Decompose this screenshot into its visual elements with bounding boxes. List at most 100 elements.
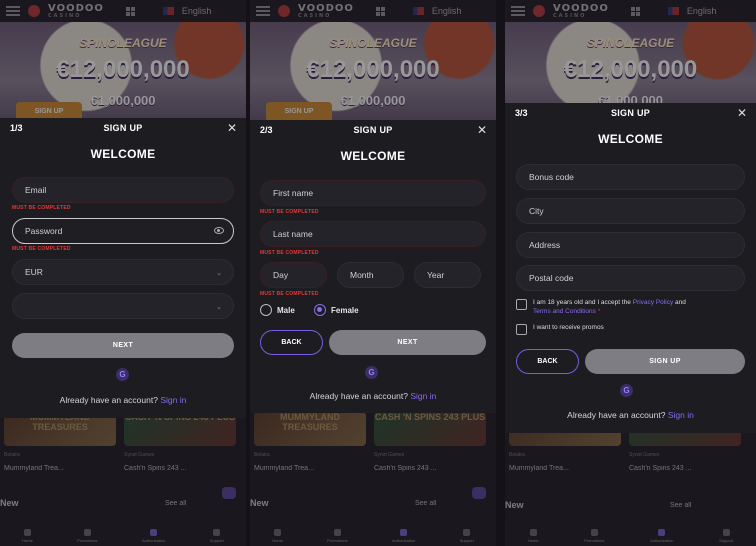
see-all-link[interactable]: See all [670,502,691,509]
back-button[interactable]: BACK [260,330,323,355]
support-icon [722,529,730,536]
google-icon[interactable]: G [620,384,633,397]
promo-banner[interactable]: SPINOLEAGUE €12,000,000 €1,000,000 SIGN … [0,22,246,130]
chat-icon[interactable] [222,487,236,499]
nav-authorization[interactable]: Authorization [650,529,673,543]
game-name[interactable]: Cash'n Spins 243 ... [374,465,436,472]
first-name-field[interactable]: First name [260,180,486,206]
email-field[interactable]: Email [12,177,234,203]
terms-link[interactable]: Terms and Conditions [533,308,596,315]
promos-label: I want to receive promos [533,324,604,331]
password-field[interactable]: Password [12,218,234,244]
game-provider: Belatra [4,452,20,458]
address-field[interactable]: Address [516,232,745,258]
game-name[interactable]: Mummyland Trea... [254,465,314,472]
day-select[interactable]: Day [260,262,327,288]
bottom-nav: Home Promotions Authorization Support [250,524,496,546]
sign-in-link[interactable]: Sign in [160,395,186,405]
flag-icon [162,7,174,15]
back-button[interactable]: BACK [516,349,579,374]
checkbox-icon [516,324,527,335]
privacy-policy-link[interactable]: Privacy Policy [633,299,673,306]
logo[interactable]: VOODOO CASINO [48,3,104,19]
nav-authorization[interactable]: Authorization [142,529,165,543]
section-new-heading: New [250,498,269,508]
support-icon [213,529,221,536]
close-icon[interactable]: ✕ [737,106,747,120]
banner-amount: €12,000,000 [306,56,440,83]
see-all-link[interactable]: See all [165,500,186,507]
first-name-error: MUST BE COMPLETED [260,209,319,215]
last-name-field[interactable]: Last name [260,221,486,247]
language-selector[interactable]: English [432,6,462,16]
nav-promotions[interactable]: Promotions [77,529,98,543]
gender-male-radio[interactable]: Male [260,304,295,316]
gender-female-radio[interactable]: Female [314,304,359,316]
nav-support[interactable]: Support [719,529,733,543]
currency-select[interactable]: EUR ⌄ [12,259,234,285]
promos-checkbox[interactable]: I want to receive promos [516,323,734,335]
month-select[interactable]: Month [337,262,404,288]
signup-panel-step-2: VOODOO CASINO English SPINOLEAGUE €12,000… [250,0,496,546]
flag-icon [412,7,424,15]
logo[interactable]: VOODOO CASINO [298,3,354,19]
sign-in-link[interactable]: Sign in [668,410,694,420]
see-all-link[interactable]: See all [415,500,436,507]
grid-icon[interactable] [375,6,385,16]
postal-code-field[interactable]: Postal code [516,265,745,291]
modal-header: 2/3 SIGN UP ✕ [250,120,496,140]
country-select[interactable]: ⌄ [12,293,234,319]
close-icon[interactable]: ✕ [227,121,237,135]
birthdate-error: MUST BE COMPLETED [260,291,319,297]
sign-in-link[interactable]: Sign in [410,391,436,401]
year-select[interactable]: Year [414,262,481,288]
already-account-text: Already have an account? Sign in [309,391,437,401]
bonus-code-field[interactable]: Bonus code [516,164,745,190]
eye-icon[interactable] [214,227,224,234]
next-button[interactable]: NEXT [329,330,486,355]
nav-authorization[interactable]: Authorization [392,529,415,543]
chat-icon[interactable] [472,487,486,499]
banner-amount: €12,000,000 [56,56,190,83]
game-name[interactable]: Mummyland Trea... [509,465,569,472]
menu-icon[interactable] [6,6,20,16]
welcome-heading: WELCOME [90,147,156,161]
nav-promotions[interactable]: Promotions [584,529,604,543]
nav-support[interactable]: Support [460,529,474,543]
close-icon[interactable]: ✕ [477,123,487,137]
app-header: VOODOO CASINO English [250,0,496,22]
logo-mark-icon [28,5,40,17]
next-button[interactable]: NEXT [12,333,234,358]
grid-icon[interactable] [630,6,640,16]
nav-home[interactable]: Home [272,529,283,543]
language-selector[interactable]: English [182,6,212,16]
sign-up-button[interactable]: SIGN UP [585,349,745,374]
home-icon [274,529,282,536]
logo[interactable]: VOODOO CASINO [553,3,609,19]
age-terms-label: I am 18 years old and I accept the Priva… [533,299,686,316]
menu-icon[interactable] [256,6,270,16]
nav-home[interactable]: Home [22,529,33,543]
city-field[interactable]: City [516,198,745,224]
language-selector[interactable]: English [687,6,717,16]
logo-mark-icon [278,5,290,17]
menu-icon[interactable] [511,6,525,16]
home-icon [529,529,537,536]
chevron-down-icon: ⌄ [216,270,222,277]
age-terms-checkbox[interactable]: I am 18 years old and I accept the Priva… [516,298,734,317]
banner-signup-button[interactable]: SIGN UP [266,102,332,122]
nav-home[interactable]: Home [528,529,539,543]
user-icon [150,529,158,536]
grid-icon[interactable] [125,6,135,16]
google-icon[interactable]: G [116,368,129,381]
banner-title: SPINOLEAGUE [586,36,675,50]
game-name[interactable]: Cash'n Spins 243 ... [124,465,186,472]
game-name[interactable]: Cash'n Spins 243 ... [629,465,691,472]
user-icon [400,529,408,536]
nav-promotions[interactable]: Promotions [327,529,348,543]
promo-banner[interactable]: SPINOLEAGUE €12,000,000 €1,000,000 SIGN … [250,22,496,130]
game-provider: Synot Games [629,452,660,458]
google-icon[interactable]: G [365,366,378,379]
nav-support[interactable]: Support [210,529,224,543]
game-name[interactable]: Mummyland Trea... [4,465,64,472]
